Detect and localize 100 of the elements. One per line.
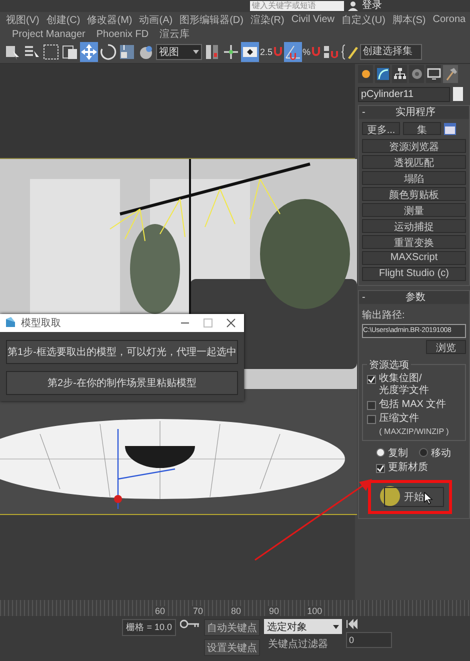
utility-button[interactable]: 颜色剪贴板 bbox=[362, 186, 466, 201]
tool-button[interactable] bbox=[42, 42, 60, 62]
menu-item[interactable]: 创建(C) bbox=[46, 12, 80, 27]
utility-button[interactable]: 资源浏览器 bbox=[362, 138, 466, 153]
checkmark-icon bbox=[377, 464, 384, 472]
menu-item[interactable]: 修改器(M) bbox=[87, 12, 132, 27]
tick-label: 60 bbox=[154, 606, 166, 616]
utility-button[interactable]: MAXScript bbox=[362, 250, 466, 265]
cursor-icon bbox=[424, 492, 433, 505]
tick-label: 80 bbox=[230, 606, 242, 616]
more-button[interactable]: 更多... bbox=[362, 122, 400, 136]
menu-item[interactable]: 自定义(U) bbox=[342, 12, 386, 27]
go-to-start-icon[interactable] bbox=[346, 619, 360, 630]
magnet-icon bbox=[310, 46, 321, 58]
disc-icon bbox=[410, 66, 424, 81]
key-mode-dropdown[interactable]: 选定对象 bbox=[264, 619, 342, 634]
menu-item[interactable]: 视图(V) bbox=[6, 12, 40, 27]
view-dropdown[interactable]: 视图 bbox=[156, 44, 202, 60]
checkbox[interactable] bbox=[367, 414, 376, 424]
window-crossing-icon bbox=[61, 42, 79, 61]
checkbox[interactable] bbox=[367, 400, 376, 410]
checkbox-label: 更新材质 bbox=[388, 462, 428, 474]
close-icon[interactable] bbox=[226, 318, 236, 328]
checkbox-label: 压缩文件 bbox=[379, 412, 419, 425]
curve-icon bbox=[376, 66, 390, 81]
checkbox-label: 收集位图/ 光度学文件 bbox=[379, 372, 429, 397]
checkmark-icon bbox=[368, 376, 375, 383]
utility-button[interactable]: 运动捕捉 bbox=[362, 218, 466, 233]
panel-tab[interactable] bbox=[375, 64, 390, 83]
frame-field[interactable]: 0 bbox=[346, 632, 392, 648]
panel-tab[interactable] bbox=[443, 64, 458, 83]
radio-label: 移动 bbox=[431, 446, 451, 460]
tool-button[interactable] bbox=[99, 42, 117, 62]
tool-button[interactable] bbox=[340, 42, 359, 62]
edit-sets-icon bbox=[340, 42, 359, 61]
collapse-sign: - bbox=[361, 106, 366, 118]
utility-button[interactable]: Flight Studio (c) bbox=[362, 266, 466, 281]
tool-button[interactable] bbox=[284, 42, 302, 62]
sets-button[interactable]: 集 bbox=[403, 122, 441, 136]
magnet-icon bbox=[272, 46, 283, 58]
menu-item[interactable]: Phoenix FD bbox=[96, 28, 149, 40]
step-button[interactable]: 第1步-框选要取出的模型，可以灯光，代理一起选中 bbox=[6, 340, 238, 364]
group-title: 资源选项 bbox=[367, 358, 411, 372]
checkbox[interactable] bbox=[376, 464, 385, 473]
start-button[interactable]: 开始 bbox=[384, 486, 444, 507]
snap-button[interactable]: % bbox=[302, 42, 321, 62]
utility-button[interactable]: 测量 bbox=[362, 202, 466, 217]
menu-item[interactable]: Project Manager bbox=[12, 28, 86, 40]
selection-set-field[interactable]: 创建选择集 bbox=[360, 44, 422, 60]
radio-button[interactable] bbox=[419, 448, 428, 458]
rotate-icon bbox=[99, 42, 117, 61]
rollout-title: 实用程序 bbox=[394, 106, 436, 120]
color-swatch[interactable] bbox=[453, 87, 463, 102]
checkbox-label: 包括 MAX 文件 bbox=[379, 398, 446, 411]
panel-tab[interactable] bbox=[358, 64, 373, 83]
sign-in-link[interactable]: 登录 bbox=[362, 0, 382, 12]
menu-item[interactable]: 动画(A) bbox=[139, 12, 173, 27]
tick-label: 90 bbox=[268, 606, 280, 616]
search-field[interactable]: 键入关键字或短语 bbox=[250, 0, 344, 11]
hammer-icon bbox=[444, 66, 458, 81]
menu-item[interactable]: Corona bbox=[432, 14, 466, 26]
set-key-button[interactable]: 设置关键点 bbox=[204, 639, 260, 656]
auto-key-button[interactable]: 自动关键点 bbox=[204, 619, 260, 636]
menu-item[interactable]: 渲云库 bbox=[160, 27, 190, 42]
key-filters-button[interactable]: 关键点过滤器 bbox=[264, 637, 342, 652]
snap-button[interactable]: 2.5 bbox=[260, 42, 283, 62]
menu-item[interactable]: Civil View bbox=[291, 14, 335, 26]
format-note: ( MAXZIP/WINZIP ) bbox=[378, 426, 450, 436]
radio-button[interactable] bbox=[376, 448, 385, 458]
utility-button[interactable]: 重置变换 bbox=[362, 234, 466, 249]
panel-tab[interactable] bbox=[426, 64, 441, 83]
panel-tab[interactable] bbox=[392, 64, 407, 83]
app-icon bbox=[5, 317, 16, 328]
checkbox[interactable] bbox=[367, 374, 376, 384]
rectangle-select-icon bbox=[42, 42, 60, 61]
configure-icon[interactable] bbox=[444, 122, 456, 135]
user-icon[interactable] bbox=[348, 0, 358, 11]
utility-button[interactable]: 塌陷 bbox=[362, 170, 466, 185]
dialog-title: 模型取取 bbox=[21, 316, 62, 330]
step-button[interactable]: 第2步-在你的制作场景里粘贴模型 bbox=[6, 370, 238, 395]
rollout-title: 参数 bbox=[404, 290, 426, 304]
radio-label: 复制 bbox=[388, 446, 408, 460]
pivot-icon bbox=[203, 42, 221, 61]
tick-label: 70 bbox=[192, 606, 204, 616]
rollout-header[interactable]: - 实用程序 bbox=[359, 106, 469, 119]
menu-item[interactable]: 渲染(R) bbox=[250, 12, 284, 27]
tool-button[interactable] bbox=[80, 42, 98, 62]
click-highlight bbox=[380, 486, 400, 506]
hierarchy-icon bbox=[392, 66, 406, 81]
browse-button[interactable]: 浏览 bbox=[426, 340, 466, 354]
crosshair-icon bbox=[222, 42, 240, 61]
collapse-sign: - bbox=[361, 292, 366, 303]
rollout-header[interactable]: - 参数 bbox=[359, 290, 469, 304]
menu-item[interactable]: 脚本(S) bbox=[392, 12, 426, 27]
key-icon[interactable] bbox=[180, 619, 200, 630]
tick-label: 100 bbox=[306, 606, 324, 616]
object-name-field[interactable]: pCylinder11 bbox=[358, 86, 450, 102]
menu-item[interactable]: 图形编辑器(D) bbox=[180, 12, 244, 27]
utility-button[interactable]: 透视匹配 bbox=[362, 154, 466, 169]
grid-readout: 栅格 = 10.0 bbox=[122, 619, 176, 636]
